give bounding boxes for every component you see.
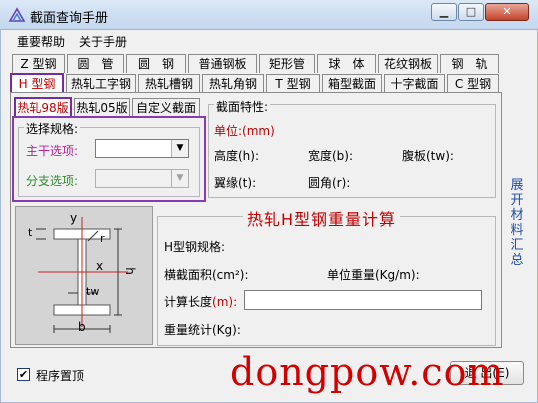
branch-option-label: 分支选项: bbox=[26, 174, 79, 188]
tab-checker-plate[interactable]: 花纹钢板 bbox=[378, 54, 438, 73]
maximize-button[interactable]: □ bbox=[458, 3, 484, 21]
height-label: 高度(h): bbox=[214, 149, 260, 163]
tab-i-beam[interactable]: 热轧工字钢 bbox=[66, 74, 136, 93]
diagram-label-tw: tw bbox=[86, 285, 100, 298]
radius-label: 圆角(r): bbox=[308, 176, 351, 190]
window-title: 截面查询手册 bbox=[30, 11, 109, 26]
tab-angle[interactable]: 热轧角钢 bbox=[202, 74, 264, 93]
select-spec-title: 选择规格: bbox=[24, 120, 81, 137]
diagram-label-r: r bbox=[100, 232, 105, 245]
subtab-hot-rolled-05[interactable]: 热轧05版 bbox=[74, 98, 130, 117]
branch-option-select[interactable]: ▼ bbox=[95, 169, 189, 188]
chevron-down-icon: ▼ bbox=[171, 140, 188, 157]
width-label: 宽度(b): bbox=[308, 149, 354, 163]
main-option-select[interactable]: ▼ bbox=[95, 139, 189, 158]
tab-round-steel[interactable]: 圆 钢 bbox=[126, 54, 186, 73]
diagram-label-x: x bbox=[96, 259, 104, 273]
unit-weight-label: 单位重量(Kg/m): bbox=[327, 268, 420, 282]
tab-rail[interactable]: 钢 轨 bbox=[440, 54, 499, 73]
pin-on-top-label: 程序置顶 bbox=[36, 369, 85, 383]
main-option-label: 主干选项: bbox=[26, 144, 79, 158]
close-icon: ✕ bbox=[502, 5, 512, 18]
tab-h-steel[interactable]: H 型钢 bbox=[10, 73, 64, 92]
menu-about[interactable]: 关于手册 bbox=[79, 33, 127, 50]
subtab-custom-section[interactable]: 自定义截面 bbox=[132, 98, 200, 117]
expand-material-summary-link[interactable]: 展开材料汇总 bbox=[509, 178, 525, 268]
tab-channel[interactable]: 热轧槽钢 bbox=[138, 74, 200, 93]
chevron-down-icon: ▼ bbox=[171, 170, 188, 187]
subtab-hot-rolled-98[interactable]: 热轧98版 bbox=[14, 97, 72, 116]
tab-box-section[interactable]: 箱型截面 bbox=[322, 74, 382, 93]
total-weight-label: 重量统计(Kg): bbox=[164, 323, 241, 337]
minimize-button[interactable]: ▁ bbox=[431, 3, 457, 21]
length-label: 计算长度(m): bbox=[164, 293, 237, 310]
diagram-label-y: y bbox=[70, 211, 78, 225]
pin-on-top-checkbox[interactable]: ✔ bbox=[17, 368, 30, 381]
tab-z-steel[interactable]: Z 型钢 bbox=[12, 54, 65, 73]
length-label-text: 计算长度 bbox=[164, 295, 213, 309]
section-props-title: 截面特性: bbox=[214, 98, 271, 115]
menu-important-help[interactable]: 重要帮助 bbox=[17, 33, 65, 50]
tab-t-steel[interactable]: T 型钢 bbox=[266, 74, 320, 93]
length-input[interactable] bbox=[244, 290, 482, 310]
tab-cross-section[interactable]: 十字截面 bbox=[384, 74, 445, 93]
weight-calc-title: 热轧H型钢重量计算 bbox=[243, 206, 401, 230]
h-section-diagram: y x h t r tw b bbox=[15, 206, 153, 345]
tab-round-pipe[interactable]: 圆 管 bbox=[67, 54, 124, 73]
spec-label: H型钢规格: bbox=[164, 240, 226, 254]
watermark-text: dongpow.com bbox=[230, 350, 505, 394]
web-label: 腹板(tw): bbox=[402, 149, 454, 163]
unit-label: 单位:(mm) bbox=[214, 124, 275, 138]
close-button[interactable]: ✕ bbox=[485, 3, 529, 21]
tab-rect-pipe[interactable]: 矩形管 bbox=[259, 54, 315, 73]
length-unit: (m): bbox=[212, 295, 238, 309]
minimize-icon: ▁ bbox=[439, 5, 449, 18]
diagram-label-t: t bbox=[28, 226, 33, 239]
app-icon bbox=[8, 6, 26, 24]
check-icon: ✔ bbox=[18, 368, 29, 381]
tab-sphere[interactable]: 球 体 bbox=[317, 54, 376, 73]
diagram-label-b: b bbox=[78, 320, 86, 334]
flange-label: 翼缘(t): bbox=[214, 176, 257, 190]
tab-c-steel[interactable]: C 型钢 bbox=[447, 74, 499, 93]
maximize-icon: □ bbox=[465, 5, 477, 18]
area-label: 横截面积(cm²): bbox=[164, 268, 249, 282]
diagram-label-h: h bbox=[122, 267, 137, 275]
tab-plate[interactable]: 普通钢板 bbox=[188, 54, 257, 73]
